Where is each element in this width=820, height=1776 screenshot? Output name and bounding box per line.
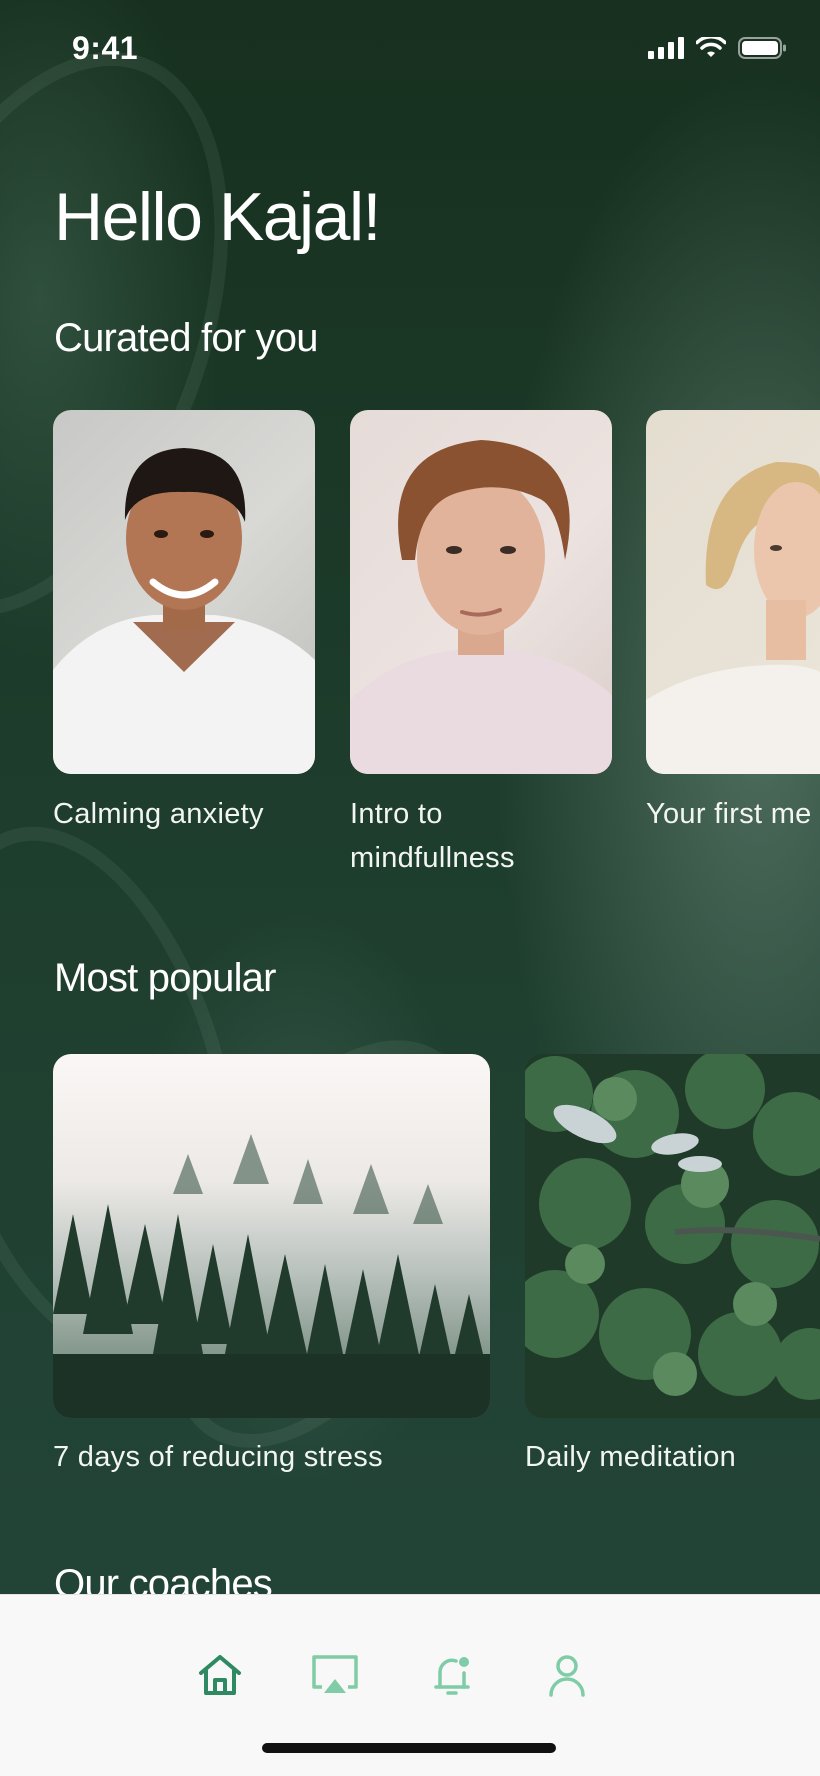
home-screen: 9:41 Hello Kajal! Curated for you Calmin… xyxy=(0,0,820,1776)
tab-home[interactable] xyxy=(180,1635,260,1715)
wifi-icon xyxy=(696,37,726,57)
greeting-title: Hello Kajal! xyxy=(54,179,381,255)
tab-notifications[interactable] xyxy=(412,1635,492,1715)
cellular-signal-icon xyxy=(648,37,684,59)
section-title-curated: Curated for you xyxy=(54,316,319,360)
popular-card-label: Daily meditation xyxy=(525,1441,737,1473)
status-time: 9:41 xyxy=(72,30,139,66)
tab-profile[interactable] xyxy=(527,1635,607,1715)
popular-card-image[interactable] xyxy=(53,1054,490,1418)
section-title-popular: Most popular xyxy=(54,956,276,1000)
curated-card-label: Calming anxiety xyxy=(53,798,264,830)
curated-card-label: Your first me xyxy=(646,798,812,830)
status-icons xyxy=(648,36,788,60)
status-bar: 9:41 xyxy=(0,0,820,100)
curated-card-image[interactable] xyxy=(350,410,612,774)
battery-icon xyxy=(738,37,786,59)
home-icon xyxy=(199,1655,241,1695)
coach-portrait xyxy=(53,448,315,774)
curated-card-label: Intro to mindfullness xyxy=(350,798,515,874)
forest-photo xyxy=(53,1134,490,1418)
profile-icon xyxy=(549,1655,585,1697)
coach-portrait xyxy=(350,440,612,774)
tab-airplay[interactable] xyxy=(295,1635,375,1715)
curated-card-image[interactable] xyxy=(646,410,820,774)
aerial-forest-photo xyxy=(525,1054,820,1400)
popular-card-image[interactable] xyxy=(525,1054,820,1418)
notification-bell-icon xyxy=(434,1657,470,1695)
airplay-icon xyxy=(312,1655,358,1693)
popular-card-label: 7 days of reducing stress xyxy=(53,1441,383,1473)
coach-portrait xyxy=(646,462,820,774)
curated-card-image[interactable] xyxy=(53,410,315,774)
home-indicator xyxy=(262,1743,556,1753)
